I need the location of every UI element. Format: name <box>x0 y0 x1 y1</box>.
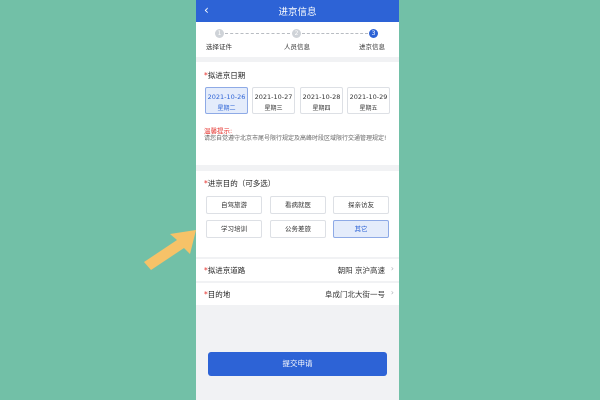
entry-road-row[interactable]: *拟进京道路 朝阳 京沪高速 › <box>196 259 399 281</box>
step-2-label: 人员信息 <box>284 43 310 51</box>
pointer-arrow-icon <box>144 230 196 270</box>
step-3-indicator: 3 <box>369 29 378 38</box>
step-1-indicator: 1 <box>215 29 224 38</box>
date-value: 2021-10-26 <box>207 93 246 101</box>
purpose-option-visit-family[interactable]: 探亲访友 <box>333 196 389 214</box>
purpose-option-medical[interactable]: 看病就医 <box>270 196 326 214</box>
step-2-indicator: 2 <box>292 29 301 38</box>
purpose-option-self-drive[interactable]: 自驾旅游 <box>206 196 262 214</box>
phone-screen: ‹ 进京信息 1 2 3 选择证件 人员信息 进京信息 *拟进京日期 2021-… <box>196 0 399 400</box>
date-weekday: 星期二 <box>217 105 236 112</box>
date-value: 2021-10-28 <box>302 93 341 101</box>
chevron-right-icon: › <box>390 264 394 273</box>
chevron-right-icon: › <box>390 288 394 297</box>
purpose-option-other[interactable]: 其它 <box>333 220 389 238</box>
chevron-left-icon[interactable]: ‹ <box>204 3 209 17</box>
submit-button[interactable]: 提交申请 <box>208 352 387 376</box>
date-value: 2021-10-27 <box>254 93 293 101</box>
step-connector <box>225 33 290 34</box>
step-3-label: 进京信息 <box>359 43 385 51</box>
page-title: 进京信息 <box>278 7 317 18</box>
purpose-section-title: *进京目的（可多选） <box>204 179 276 188</box>
date-weekday: 星期四 <box>312 105 331 112</box>
date-weekday: 星期三 <box>264 105 283 112</box>
entry-road-value: 朝阳 京沪高速 <box>337 266 385 275</box>
date-section-title: *拟进京日期 <box>204 71 246 80</box>
app-header: ‹ 进京信息 <box>196 0 399 22</box>
date-value: 2021-10-29 <box>349 93 388 101</box>
date-option-3[interactable]: 2021-10-28 星期四 <box>300 87 343 114</box>
date-weekday: 星期五 <box>359 105 378 112</box>
step-connector <box>302 33 368 34</box>
date-option-1[interactable]: 2021-10-26 星期二 <box>205 87 248 114</box>
date-option-4[interactable]: 2021-10-29 星期五 <box>347 87 390 114</box>
destination-value: 阜成门北大街一号 <box>325 290 385 299</box>
step-1-label: 选择证件 <box>206 43 232 51</box>
date-option-2[interactable]: 2021-10-27 星期三 <box>252 87 295 114</box>
destination-label: *目的地 <box>204 290 231 299</box>
tip-text: 请您自觉遵守北京市尾号限行规定及高峰时段区域限行交通管理规定! <box>204 135 387 142</box>
entry-road-label: *拟进京道路 <box>204 266 246 275</box>
purpose-option-business[interactable]: 公务差旅 <box>270 220 326 238</box>
step-progress: 1 2 3 选择证件 人员信息 进京信息 <box>196 22 399 57</box>
purpose-option-training[interactable]: 学习培训 <box>206 220 262 238</box>
destination-row[interactable]: *目的地 阜成门北大街一号 › <box>196 283 399 305</box>
